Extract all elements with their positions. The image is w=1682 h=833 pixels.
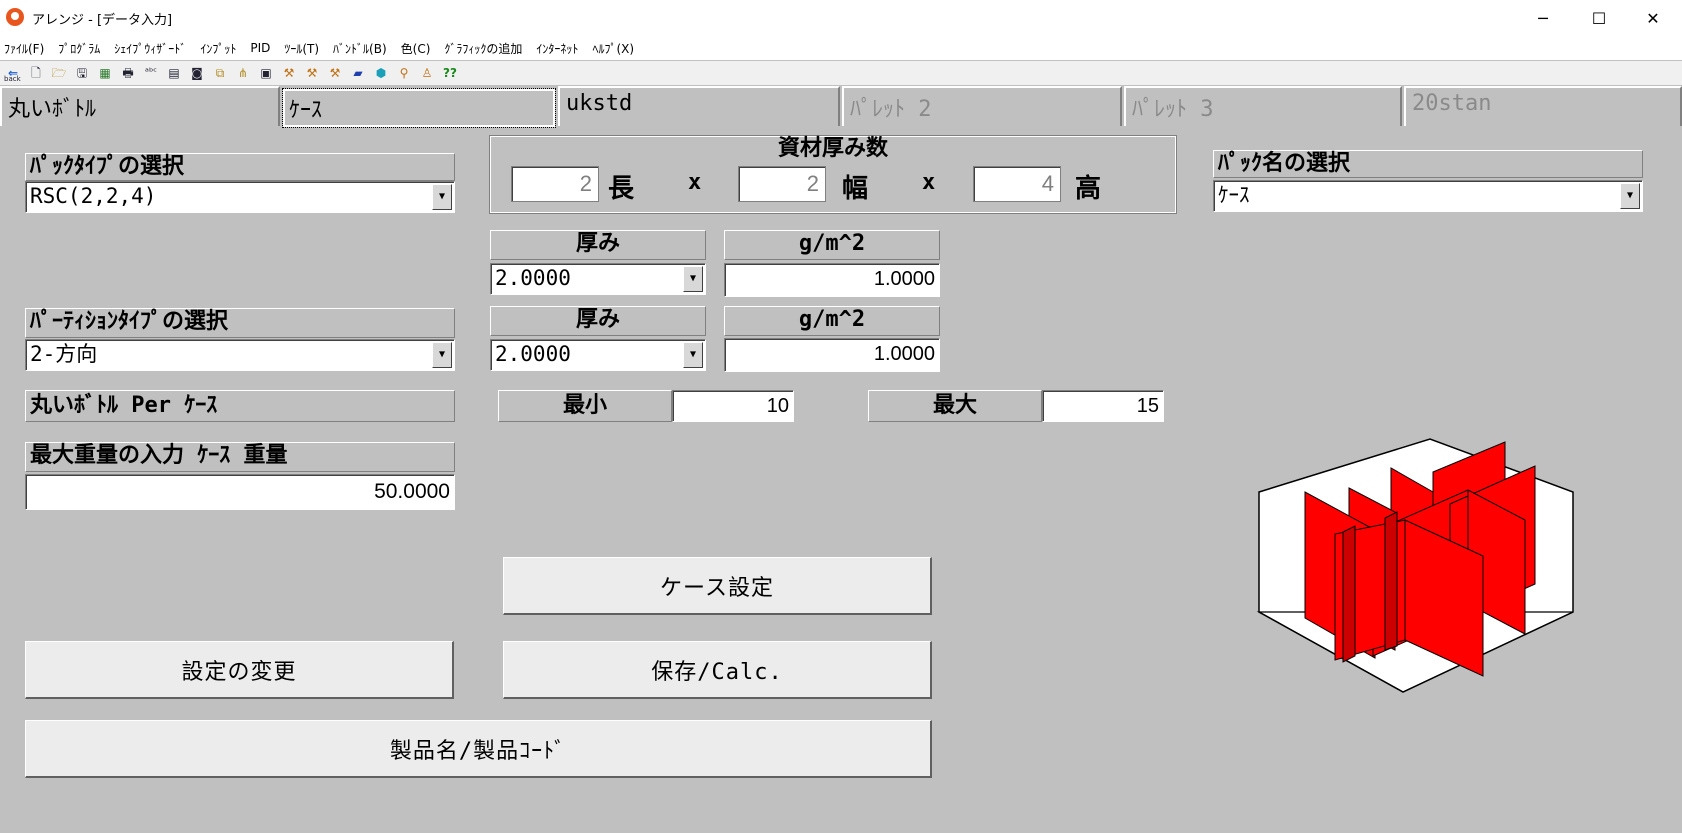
back-label: back <box>4 75 21 83</box>
partition-thickness-label: 厚み <box>490 306 706 336</box>
save-icon[interactable]: 🖫 <box>73 64 91 82</box>
max-weight-label: 最大重量の入力 ｹｰｽ 重量 <box>25 442 455 472</box>
menu-shape-wizard[interactable]: ｼｪｲﾌﾟｳｨｻﾞｰﾄﾞ <box>114 40 186 57</box>
partition-gsm-input[interactable]: 1.0000 <box>724 338 940 372</box>
case-gsm-input[interactable]: 1.0000 <box>724 263 940 297</box>
title-bar: アレンジ - [データ入力] ─ ☐ ✕ <box>0 0 1682 36</box>
tool-a-icon[interactable]: ⚒ <box>280 64 298 82</box>
menu-tools[interactable]: ﾂｰﾙ(T) <box>284 40 319 57</box>
calculator-icon[interactable]: ▦ <box>96 64 114 82</box>
menu-bundle[interactable]: ﾊﾞﾝﾄﾞﾙ(B) <box>333 40 387 57</box>
menu-add-graphic[interactable]: ｸﾞﾗﾌｨｯｸの追加 <box>444 40 522 57</box>
times-label-2: x <box>922 170 936 195</box>
partition-edge <box>1342 525 1356 663</box>
menu-file[interactable]: ﾌｧｲﾙ(F) <box>4 40 44 57</box>
per-case-label: 丸いﾎﾞﾄﾙ Per ｹｰｽ <box>25 390 455 422</box>
book-icon[interactable]: ▰ <box>349 64 367 82</box>
pack-type-select[interactable]: RSC(2,2,4) ▼ <box>25 181 455 213</box>
chevron-down-icon[interactable]: ▼ <box>432 184 452 210</box>
toolbar: ⇐ back 🗋 🗁 🖫 ▦ 🖶 ᵃᵇᶜ ▤ ◙ ⧉ ⋔ ▣ ⚒ ⚒ ⚒ ▰ ⬢… <box>0 61 1682 85</box>
partition-type-value: 2-方向 <box>30 342 98 366</box>
help-icon[interactable]: ?? <box>441 64 459 82</box>
length-input[interactable]: 2 <box>511 166 599 202</box>
camera-icon[interactable]: ◙ <box>188 64 206 82</box>
height-unit-label: 高 <box>1075 174 1102 204</box>
pack-name-select[interactable]: ｹｰｽ ▼ <box>1213 180 1643 212</box>
min-input[interactable]: 10 <box>672 390 794 422</box>
close-button[interactable]: ✕ <box>1624 0 1682 36</box>
case-thickness-value: 2.0000 <box>495 266 571 290</box>
document-icon[interactable]: ▤ <box>165 64 183 82</box>
partition-thickness-select[interactable]: 2.0000 ▼ <box>490 339 706 371</box>
abc-icon[interactable]: ᵃᵇᶜ <box>142 64 160 82</box>
pack-type-label: ﾊﾟｯｸﾀｲﾌﾟの選択 <box>25 153 455 181</box>
tool-c-icon[interactable]: ⚒ <box>326 64 344 82</box>
length-unit-label: 長 <box>608 174 635 204</box>
tree-icon[interactable]: ⋔ <box>234 64 252 82</box>
window-title: アレンジ - [データ入力] <box>32 13 173 28</box>
partition-type-select[interactable]: 2-方向 ▼ <box>25 339 455 371</box>
max-input[interactable]: 15 <box>1042 390 1164 422</box>
chevron-down-icon[interactable]: ▼ <box>432 342 452 368</box>
copy-icon[interactable]: ⧉ <box>211 64 229 82</box>
max-weight-input[interactable]: 50.0000 <box>25 474 455 510</box>
chevron-down-icon[interactable]: ▼ <box>683 342 703 368</box>
menu-program[interactable]: ﾌﾟﾛｸﾞﾗﾑ <box>58 40 100 57</box>
tab-round-bottle[interactable]: 丸いﾎﾞﾄﾙ <box>0 86 280 126</box>
menu-pid[interactable]: PID <box>250 41 270 55</box>
min-label: 最小 <box>498 390 672 422</box>
tab-pallet-2[interactable]: ﾊﾟﾚｯﾄ 2 <box>842 86 1122 126</box>
tab-case[interactable]: ｹｰｽ <box>282 88 556 128</box>
menu-color[interactable]: 色(C) <box>401 40 431 57</box>
case-thickness-select[interactable]: 2.0000 ▼ <box>490 263 706 295</box>
back-icon[interactable]: ⇐ back <box>4 64 22 83</box>
tab-pallet-3[interactable]: ﾊﾟﾚｯﾄ 3 <box>1124 86 1402 126</box>
properties-icon[interactable]: ▣ <box>257 64 275 82</box>
material-title: 資材厚み数 <box>777 136 888 161</box>
menu-internet[interactable]: ｲﾝﾀｰﾈｯﾄ <box>536 40 578 57</box>
case-thickness-label: 厚み <box>490 230 706 260</box>
open-folder-icon[interactable]: 🗁 <box>50 64 68 82</box>
new-file-icon[interactable]: 🗋 <box>27 64 45 82</box>
partition-gsm-label: g/m^2 <box>724 306 940 336</box>
menu-bar: ﾌｧｲﾙ(F) ﾌﾟﾛｸﾞﾗﾑ ｼｪｲﾌﾟｳｨｻﾞｰﾄﾞ ｲﾝﾌﾟｯﾄ PID … <box>0 36 1682 60</box>
menu-help[interactable]: ﾍﾙﾌﾟ(X) <box>592 40 634 57</box>
minimize-button[interactable]: ─ <box>1514 0 1572 36</box>
tool-b-icon[interactable]: ⚒ <box>303 64 321 82</box>
pack-type-value: RSC(2,2,4) <box>30 184 157 208</box>
partition-thickness-value: 2.0000 <box>495 342 571 366</box>
case-gsm-label: g/m^2 <box>724 230 940 260</box>
save-calc-button[interactable]: 保存/Calc. <box>503 641 932 699</box>
partition-edge <box>1384 511 1398 651</box>
pack-name-label: ﾊﾟｯｸ名の選択 <box>1213 150 1643 178</box>
maximize-button[interactable]: ☐ <box>1570 0 1628 36</box>
print-icon[interactable]: 🖶 <box>119 64 137 82</box>
width-unit-label: 幅 <box>842 174 869 204</box>
case-settings-button[interactable]: ケース設定 <box>503 557 932 615</box>
figure-icon[interactable]: ♙ <box>418 64 436 82</box>
width-input[interactable]: 2 <box>738 166 826 202</box>
case-partition-graphic <box>1256 438 1574 693</box>
wand-icon[interactable]: ⚲ <box>395 64 413 82</box>
height-input[interactable]: 4 <box>973 166 1061 202</box>
cube-icon[interactable]: ⬢ <box>372 64 390 82</box>
pack-name-value: ｹｰｽ <box>1218 183 1250 207</box>
max-label: 最大 <box>868 390 1042 422</box>
change-settings-button[interactable]: 設定の変更 <box>25 641 454 699</box>
product-name-button[interactable]: 製品名/製品ｺｰﾄﾞ <box>25 720 932 778</box>
app-icon[interactable] <box>6 8 24 26</box>
chevron-down-icon[interactable]: ▼ <box>1620 183 1640 209</box>
menu-input[interactable]: ｲﾝﾌﾟｯﾄ <box>200 40 236 57</box>
tab-ukstd[interactable]: ukstd <box>558 86 840 126</box>
tab-20stan[interactable]: 20stan <box>1404 86 1682 126</box>
chevron-down-icon[interactable]: ▼ <box>683 266 703 292</box>
partition-type-label: ﾊﾟｰﾃｨｼｮﾝﾀｲﾌﾟの選択 <box>25 308 455 338</box>
times-label-1: x <box>688 170 702 195</box>
